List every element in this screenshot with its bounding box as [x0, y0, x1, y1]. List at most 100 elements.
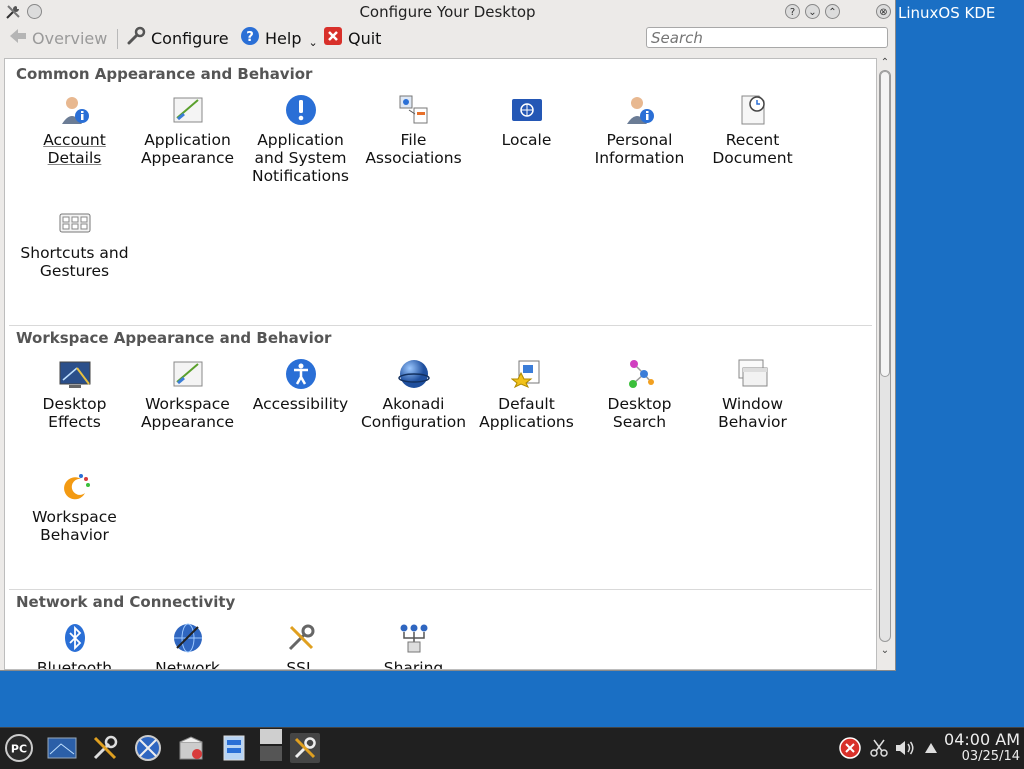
show-desktop-icon[interactable] [47, 733, 77, 763]
taskbar-configure-desktop-task[interactable] [290, 733, 320, 763]
section-network-connectivity: Network and Connectivity Bluetooth Netwo… [9, 589, 872, 670]
module-desktop-search[interactable]: Desktop Search [583, 357, 696, 431]
section-common-appearance: Common Appearance and Behavior Account D… [9, 63, 872, 321]
close-button[interactable]: ⊗ [876, 4, 891, 19]
keyboard-icon [58, 206, 92, 240]
module-bluetooth[interactable]: Bluetooth [18, 621, 131, 670]
section-workspace-appearance: Workspace Appearance and Behavior Deskto… [9, 325, 872, 585]
error-notification-icon[interactable] [835, 733, 865, 763]
module-window-behavior[interactable]: Window Behavior [696, 357, 809, 431]
module-label: Account Details [43, 131, 106, 167]
module-accessibility[interactable]: Accessibility [244, 357, 357, 413]
akonadi-icon [397, 357, 431, 391]
file-associations-icon [397, 93, 431, 127]
scroll-down-arrow[interactable]: ⌄ [879, 646, 891, 656]
module-ssl[interactable]: SSL [244, 621, 357, 669]
wrench-icon [126, 26, 146, 50]
module-file-associations[interactable]: File Associations [357, 93, 470, 167]
user-info-icon [58, 93, 92, 127]
recent-document-icon [736, 93, 770, 127]
module-locale[interactable]: Locale [470, 93, 583, 149]
module-label: Shortcuts and Gestures [20, 244, 129, 280]
network-globe-icon [171, 621, 205, 655]
module-label: Workspace Behavior [32, 508, 117, 544]
section-title: Common Appearance and Behavior [16, 65, 313, 83]
configure-button[interactable]: Configure [126, 26, 229, 50]
notification-icon [284, 93, 318, 127]
taskbar: PC 04:00 AM 03/25/14 [0, 727, 1024, 769]
desktop-label: LinuxOS KDE [898, 4, 996, 22]
module-label: File Associations [365, 131, 462, 167]
section-divider [9, 325, 872, 326]
configure-desktop-window: Configure Your Desktop ? ⌄ ⌃ ⊗ Overview … [0, 0, 896, 671]
accessibility-icon [284, 357, 318, 391]
module-label: Recent Document [712, 131, 793, 167]
system-settings-icon[interactable] [90, 733, 120, 763]
search-input[interactable] [646, 27, 888, 48]
scroll-track[interactable] [879, 70, 891, 642]
file-manager-icon[interactable] [219, 733, 249, 763]
bluetooth-icon [58, 621, 92, 655]
overview-button[interactable]: Overview [9, 27, 107, 49]
module-label: Workspace Appearance [140, 395, 235, 431]
module-label: Accessibility [252, 395, 349, 413]
module-notifications[interactable]: Application and System Notifications [244, 93, 357, 185]
window-icon [736, 357, 770, 391]
module-application-appearance[interactable]: Application Appearance [131, 93, 244, 167]
appearance-icon [171, 93, 205, 127]
module-label: Personal Information [594, 131, 685, 167]
desktop-effects-icon [58, 357, 92, 391]
chevron-down-icon: ⌄ [308, 35, 318, 49]
module-label: Bluetooth [36, 659, 113, 670]
module-account-details[interactable]: Account Details [18, 93, 131, 167]
vertical-scrollbar[interactable]: ⌃ ⌄ [877, 58, 893, 668]
section-divider [9, 589, 872, 590]
svg-text:?: ? [246, 30, 254, 45]
module-label: Network [155, 659, 220, 670]
clock-time: 04:00 AM [944, 730, 1020, 749]
section-title: Network and Connectivity [16, 593, 236, 611]
scroll-thumb[interactable] [880, 71, 890, 377]
module-personal-information[interactable]: Personal Information [583, 93, 696, 167]
module-shortcuts-gestures[interactable]: Shortcuts and Gestures [18, 206, 131, 280]
module-sharing[interactable]: Sharing [357, 621, 470, 670]
module-label: Sharing [383, 659, 444, 670]
scroll-up-arrow[interactable]: ⌃ [879, 58, 891, 68]
section-title: Workspace Appearance and Behavior [16, 329, 332, 347]
module-network[interactable]: Network [131, 621, 244, 670]
toolbar-separator [117, 29, 118, 49]
module-workspace-behavior[interactable]: Workspace Behavior [18, 470, 131, 544]
minimize-button[interactable]: ⌄ [805, 4, 820, 19]
back-arrow-icon [9, 28, 27, 48]
help-icon: ? [240, 26, 260, 50]
module-workspace-appearance[interactable]: Workspace Appearance [131, 357, 244, 431]
module-akonadi[interactable]: Akonadi Configuration [357, 357, 470, 431]
module-label: Akonadi Configuration [360, 395, 467, 431]
module-label: Desktop Effects [42, 395, 107, 431]
help-button[interactable]: ? [785, 4, 800, 19]
tray-expand-arrow-icon[interactable] [916, 733, 946, 763]
module-label: Locale [501, 131, 552, 149]
help-menu-button[interactable]: ? Help ⌄ [240, 27, 318, 49]
module-label: Application and System Notifications [251, 131, 349, 185]
titlebar[interactable]: Configure Your Desktop ? ⌄ ⌃ ⊗ [0, 0, 895, 24]
pager-icon[interactable] [256, 729, 286, 761]
quit-button[interactable]: Quit [323, 27, 381, 49]
module-label: Default Applications [479, 395, 574, 431]
quit-icon [323, 26, 343, 50]
user-info-icon [623, 93, 657, 127]
browser-icon[interactable] [133, 733, 163, 763]
package-manager-icon[interactable] [176, 733, 206, 763]
default-apps-icon [510, 357, 544, 391]
tools-icon [284, 621, 318, 655]
quit-label: Quit [348, 28, 382, 48]
workspace-behavior-icon [58, 470, 92, 504]
maximize-button[interactable]: ⌃ [825, 4, 840, 19]
desktop-search-icon [623, 357, 657, 391]
clock[interactable]: 04:00 AM 03/25/14 [944, 730, 1020, 764]
module-recent-document[interactable]: Recent Document [696, 93, 809, 167]
module-desktop-effects[interactable]: Desktop Effects [18, 357, 131, 431]
flag-icon [510, 93, 544, 127]
pc-menu-button[interactable]: PC [4, 733, 34, 763]
module-default-applications[interactable]: Default Applications [470, 357, 583, 431]
